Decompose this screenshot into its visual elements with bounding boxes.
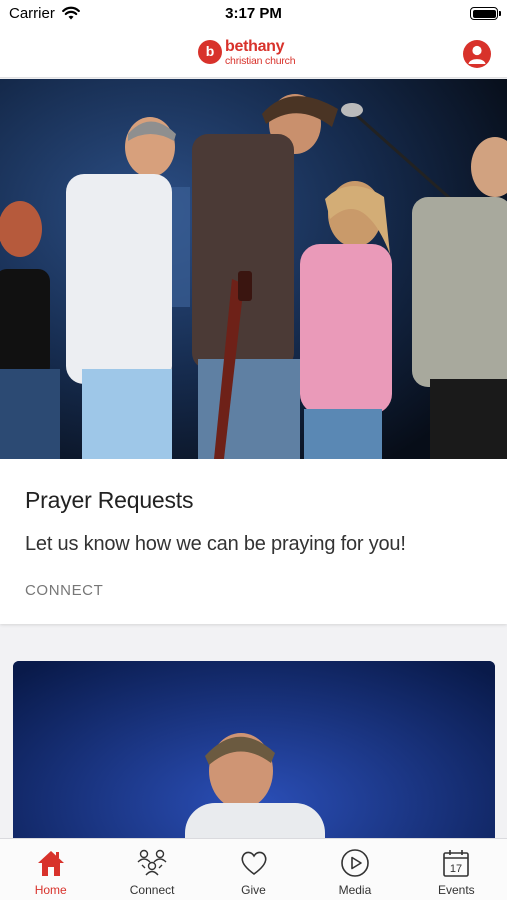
card-title: Prayer Requests [25, 487, 194, 513]
logo-mark: b [198, 40, 222, 64]
heart-icon [241, 851, 266, 875]
tab-label: Give [241, 883, 266, 897]
play-circle-icon [341, 849, 369, 877]
tab-bar: Home Connect Give Media 17 Events [0, 838, 507, 900]
logo-name: bethany [225, 38, 285, 55]
calendar-day: 17 [450, 863, 462, 875]
logo-subtitle: christian church [225, 55, 296, 67]
status-bar: Carrier 3:17 PM [0, 0, 507, 30]
people-icon [137, 849, 167, 876]
tab-connect[interactable]: Connect [101, 839, 202, 900]
home-icon [37, 851, 64, 876]
prayer-photo [0, 79, 507, 459]
battery-icon [470, 7, 501, 20]
profile-button[interactable] [463, 40, 491, 68]
tab-label: Connect [129, 883, 175, 897]
clock: 3:17 PM [225, 5, 282, 22]
tab-give[interactable]: Give [203, 839, 304, 900]
calendar-icon: 17 [443, 850, 470, 877]
tab-events[interactable]: 17 Events [406, 839, 507, 900]
tab-label: Events [437, 883, 475, 897]
tab-label: Home [34, 883, 67, 897]
tab-home[interactable]: Home [0, 839, 101, 900]
user-icon [468, 45, 486, 64]
screen: Carrier 3:17 PM b bethany christian chur… [0, 0, 507, 900]
prayer-requests-card[interactable]: Prayer Requests Let us know how we can b… [0, 79, 507, 624]
tab-media[interactable]: Media [304, 839, 405, 900]
card-category: CONNECT [25, 582, 104, 599]
tab-label: Media [338, 883, 372, 897]
card-description: Let us know how we can be praying for yo… [25, 533, 406, 555]
app-header: b bethany christian church [0, 30, 507, 78]
